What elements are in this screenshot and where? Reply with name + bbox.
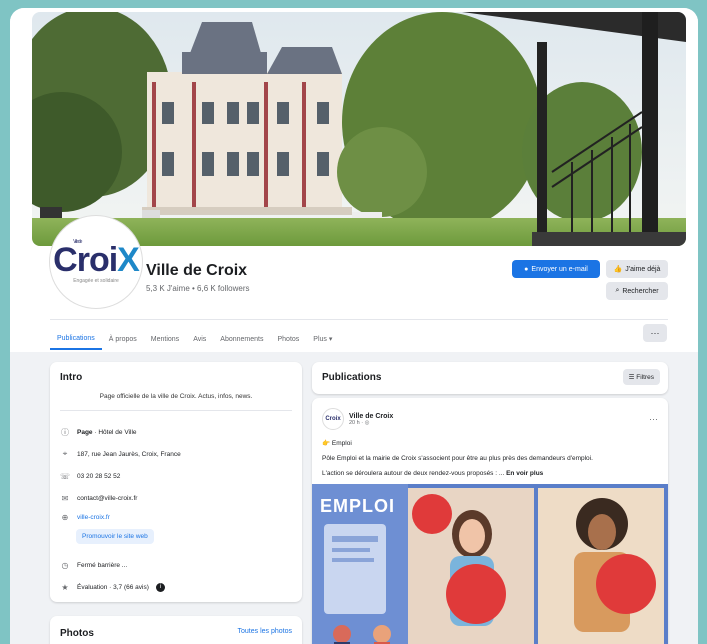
address-row[interactable]: ⌖ 187, rue Jean Jaurès, Croix, France <box>50 443 302 465</box>
rating-row[interactable]: ★ Évaluation · 3,7 (66 avis) i <box>50 576 302 598</box>
star-icon: ★ <box>61 582 69 592</box>
tab-about[interactable]: À propos <box>102 328 144 350</box>
cover-photo[interactable] <box>32 12 686 246</box>
pointing-hand-icon: 👉 <box>322 440 332 447</box>
phone-icon: ☏ <box>60 471 71 481</box>
intro-description: Page officielle de la ville de Croix. Ac… <box>99 393 253 400</box>
photos-card: Photos Toutes les photos <box>50 616 302 644</box>
page-type-row: ⓘ Page · Hôtel de Ville <box>61 427 137 437</box>
croix-logo: CroiX Ville de <box>53 238 140 279</box>
tab-photos[interactable]: Photos <box>271 328 307 350</box>
website-row[interactable]: ⊕ ville-croix.fr <box>50 509 302 525</box>
post-author-avatar[interactable]: Croix <box>322 408 344 430</box>
profile-avatar[interactable]: CroiX Ville de Engagée et solidaire <box>50 216 142 308</box>
page-stats[interactable]: 5,3 K J'aime • 6,6 K followers <box>146 284 249 293</box>
intro-card: Intro Page officielle de la ville de Cro… <box>50 362 302 602</box>
facebook-page-frame: CroiX Ville de Engagée et solidaire Vill… <box>10 8 698 644</box>
cover-image <box>32 12 686 246</box>
search-icon: ⌕ <box>615 287 620 294</box>
location-pin-icon: ⌖ <box>62 449 68 458</box>
post-options-icon[interactable]: ··· <box>649 414 658 424</box>
divider <box>50 319 668 320</box>
tab-publications[interactable]: Publications <box>50 328 102 350</box>
divider <box>60 410 292 411</box>
send-email-button[interactable]: ● Envoyer un e-mail <box>512 260 600 278</box>
globe-icon: ⊕ <box>61 512 69 522</box>
envelope-icon: ✉ <box>61 493 69 503</box>
tab-mentions[interactable]: Mentions <box>144 328 186 350</box>
post-image[interactable]: EMPLOI <box>312 484 668 644</box>
post-timestamp[interactable]: 20 h · ◎ <box>349 420 393 426</box>
photos-title: Photos <box>60 628 94 639</box>
see-more-link[interactable]: En voir plus <box>506 470 543 477</box>
search-button[interactable]: ⌕ Rechercher <box>606 282 668 300</box>
filters-button[interactable]: ☰ Filtres <box>622 369 660 385</box>
email-row[interactable]: ✉ contact@ville-croix.fr <box>50 487 302 509</box>
page-tabs: Publications À propos Mentions Avis Abon… <box>50 328 339 350</box>
poster-title: EMPLOI <box>320 496 396 516</box>
post-card: Croix Ville de Croix 20 h · ◎ ··· 👉 Empl… <box>312 398 668 644</box>
info-icon: ⓘ <box>61 427 69 437</box>
phone-row[interactable]: ☏ 03 20 28 52 52 <box>50 465 302 487</box>
more-options-button[interactable]: ··· <box>643 324 667 342</box>
hours-row[interactable]: ◷ Fermé barrière ... <box>50 554 302 576</box>
publications-title: Publications <box>322 372 382 383</box>
intro-title: Intro <box>60 372 83 383</box>
post-body: 👉 Emploi Pôle Emploi et la mairie de Cro… <box>322 440 593 477</box>
tab-followers[interactable]: Abonnements <box>213 328 270 350</box>
thumbs-up-icon: 👍 <box>613 266 623 273</box>
promote-website-button[interactable]: Promouvoir le site web <box>76 529 154 544</box>
post-author[interactable]: Ville de Croix <box>349 413 393 420</box>
page-title: Ville de Croix <box>146 262 248 279</box>
tab-more[interactable]: Plus ▾ <box>306 328 339 350</box>
like-button[interactable]: 👍 J'aime déjà <box>606 260 668 278</box>
clock-icon: ◷ <box>61 560 69 570</box>
messenger-icon: ● <box>524 265 529 273</box>
publications-header: Publications ☰ Filtres <box>312 362 668 394</box>
tab-reviews[interactable]: Avis <box>186 328 213 350</box>
see-all-photos-link[interactable]: Toutes les photos <box>238 628 292 639</box>
info-icon[interactable]: i <box>155 582 165 592</box>
